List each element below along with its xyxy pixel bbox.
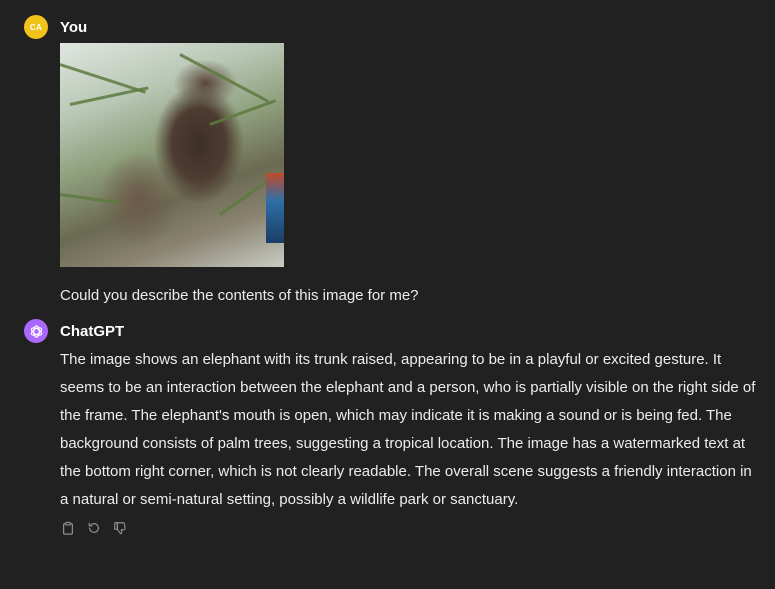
image-detail [266,173,284,243]
regenerate-icon [88,522,99,533]
image-detail [219,178,271,216]
assistant-message: ChatGPT The image shows an elephant with… [24,319,757,536]
user-message: CA You Could you describe the contents o… [24,15,757,307]
chat-thread: CA You Could you describe the contents o… [0,0,775,589]
image-detail [209,99,277,126]
assistant-message-header: ChatGPT [24,319,757,343]
user-avatar: CA [24,15,48,39]
user-prompt: Could you describe the contents of this … [60,287,419,304]
user-name: You [60,18,88,36]
thumbs-down-button[interactable] [112,520,128,536]
copy-button[interactable] [60,520,76,536]
message-actions [60,520,757,536]
image-detail [69,86,149,106]
assistant-name: ChatGPT [60,322,125,340]
regenerate-button[interactable] [86,520,102,536]
openai-logo-icon [30,324,42,338]
attached-image[interactable] [60,43,284,267]
clipboard-icon [63,521,73,535]
assistant-response: The image shows an elephant with its tru… [60,351,756,508]
image-detail [179,53,269,103]
image-detail [60,193,120,205]
user-message-body: Could you describe the contents of this … [60,43,757,307]
user-message-header: CA You [24,15,757,39]
user-avatar-initials: CA [29,22,43,32]
thumbs-down-icon [114,522,126,535]
assistant-avatar [24,319,48,343]
assistant-message-body: The image shows an elephant with its tru… [60,346,757,536]
